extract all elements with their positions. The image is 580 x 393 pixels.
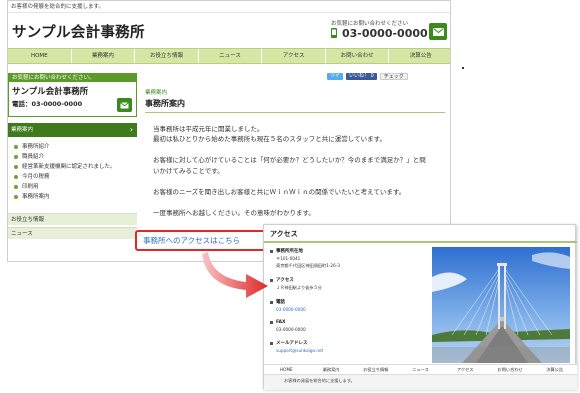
nav-financial-notice[interactable]: 決算公告 [389, 49, 450, 63]
sidebar-item[interactable]: 経営革新支援機関に認定されました。 [14, 162, 134, 172]
info-label: メールアドレス [270, 340, 420, 346]
sidebar-link-news[interactable]: ニュース [8, 227, 137, 239]
nav-access[interactable]: アクセス [262, 49, 326, 63]
bullet-icon [14, 175, 18, 179]
info-label: アクセス [270, 277, 420, 283]
info-label: 電話 [270, 299, 420, 305]
main-nav: HOME 業務案内 お役立ち情報 ニュース アクセス お問い合わせ 決算公告 [8, 48, 450, 64]
sidebar-phone[interactable]: 電話：03-0000-0000 [12, 98, 82, 108]
phone-icon [331, 28, 337, 38]
title-underline [264, 241, 577, 243]
access-page-title: アクセス [270, 230, 298, 238]
site-logo[interactable]: サンプル会計事務所 [12, 21, 145, 42]
check-button[interactable]: チェック [379, 73, 408, 80]
sidebar-category-services[interactable]: 業務案内 › [8, 123, 137, 137]
sidebar-item-label: 職員紹介 [22, 154, 45, 160]
content-paragraph: 最初は私ひとりから始めた事務所も現在５名のスタッフと共に運営しています。 [153, 135, 386, 143]
bridge-photo [432, 247, 570, 363]
square-bullet-icon [270, 321, 273, 324]
sidebar-item-label: 事務所案内 [22, 194, 50, 200]
bullet-icon [14, 195, 18, 199]
bullet-icon [14, 165, 18, 169]
nav-services[interactable]: 業務案内 [309, 365, 354, 374]
share-buttons: ツイ いいね！ 0 チェック [327, 73, 408, 80]
header-phone-number[interactable]: 03-0000-0000 [342, 27, 428, 40]
nav-news[interactable]: ニュース [398, 365, 443, 374]
mail-icon [120, 101, 129, 108]
sidebar-item-label: 事務所紹介 [22, 144, 50, 150]
sidebar-contact-box: お気軽にお問い合わせください。 サンプル会計事務所 電話：03-0000-000… [8, 73, 137, 117]
content-paragraph: 当事務所は平成元年に開業しました。 [153, 125, 264, 133]
nav-home[interactable]: HOME [8, 49, 72, 63]
sidebar-contact-heading: お気軽にお問い合わせください。 [9, 74, 136, 82]
breadcrumb[interactable]: 業務案内 [145, 88, 167, 96]
nav-news[interactable]: ニュース [199, 49, 263, 63]
access-page-nav: HOME 業務案内 お役立ち情報 ニュース アクセス お問い合わせ 決算公告 [264, 364, 577, 375]
sidebar-item-label: 経営革新支援機関に認定されました。 [22, 164, 116, 170]
info-phone-link[interactable]: 03-0000-0000 [270, 307, 420, 312]
site-tagline: お客様の発展を総合的に支援します。 [8, 1, 450, 13]
sidebar-list: 事務所紹介 職員紹介 経営革新支援機関に認定されました。 今月の税務 印刷用 事… [14, 142, 134, 202]
mail-icon [432, 27, 444, 36]
info-line: ＪＲ神田駅より徒歩５分 [276, 285, 322, 290]
contact-label: お気軽にお問い合わせください [331, 21, 409, 27]
nav-home[interactable]: HOME [264, 365, 309, 374]
tweet-button[interactable]: ツイ [327, 73, 344, 80]
content-paragraph: お客様に対して心がけていることは「何が必要か？どうしたいか？今のままで満足か？」… [153, 156, 426, 164]
decorative-dot [462, 67, 464, 69]
sidebar-item-label: 今月の税務 [22, 174, 50, 180]
content-paragraph: 一度事務所へお越しください。その意味がわかります。 [153, 209, 315, 217]
page-title: 事務所案内 [145, 98, 445, 113]
site-page: お客様の発展を総合的に支援します。 サンプル会計事務所 お気軽にお問い合わせくだ… [7, 0, 451, 262]
bullet-icon [14, 185, 18, 189]
content-paragraph: お客様のニーズを聞き出しお客様と共にＷｉｎＷｉｎの関係でいたいと考えています。 [153, 188, 406, 196]
access-page-preview: アクセス 事務所所在地 〒101-0041 東京都千代田区神田須田町1-26-3… [263, 224, 577, 390]
header-mail-button[interactable] [429, 23, 447, 40]
sidebar-item[interactable]: 職員紹介 [14, 152, 134, 162]
bullet-icon [14, 145, 18, 149]
info-label: FAX [270, 320, 420, 325]
nav-contact[interactable]: お問い合わせ [326, 49, 390, 63]
content-paragraph: いかけてみることです。 [153, 167, 224, 175]
like-button[interactable]: いいね！ 0 [346, 73, 377, 80]
footer-tagline: お客様の発展を総合的に支援します。 [284, 378, 355, 383]
sidebar-item[interactable]: 印刷用 [14, 182, 134, 192]
nav-services[interactable]: 業務案内 [72, 49, 136, 63]
sidebar-office-name: サンプル会計事務所 [12, 87, 89, 97]
nav-contact[interactable]: お問い合わせ [488, 365, 533, 374]
sidebar-item[interactable]: 今月の税務 [14, 172, 134, 182]
square-bullet-icon [270, 300, 273, 304]
access-info: 事務所所在地 〒101-0041 東京都千代田区神田須田町1-26-3 アクセス… [270, 248, 420, 353]
chevron-right-icon: › [129, 125, 133, 134]
info-line: 03-0000-0000 [276, 327, 306, 332]
bullet-icon [14, 155, 18, 159]
sidebar-category-label: 業務案内 [11, 127, 34, 133]
sidebar-item-label: 印刷用 [22, 184, 39, 190]
nav-useful-info[interactable]: お役立ち情報 [353, 365, 398, 374]
nav-financial-notice[interactable]: 決算公告 [532, 365, 577, 374]
sidebar-mail-button[interactable] [117, 98, 132, 112]
info-email-link[interactable]: support@sunkaigo.net [270, 348, 420, 353]
nav-useful-info[interactable]: お役立ち情報 [135, 49, 199, 63]
square-bullet-icon [270, 341, 273, 345]
curved-arrow-icon [202, 252, 268, 298]
sidebar-item[interactable]: 事務所紹介 [14, 142, 134, 152]
info-label: 事務所所在地 [270, 248, 420, 254]
info-line: 〒101-0041 [276, 256, 301, 261]
info-line: 東京都千代田区神田須田町1-26-3 [276, 263, 340, 268]
sidebar-link-useful-info[interactable]: お役立ち情報 [8, 213, 137, 225]
nav-access[interactable]: アクセス [443, 365, 488, 374]
sidebar-item[interactable]: 事務所案内 [14, 192, 134, 202]
